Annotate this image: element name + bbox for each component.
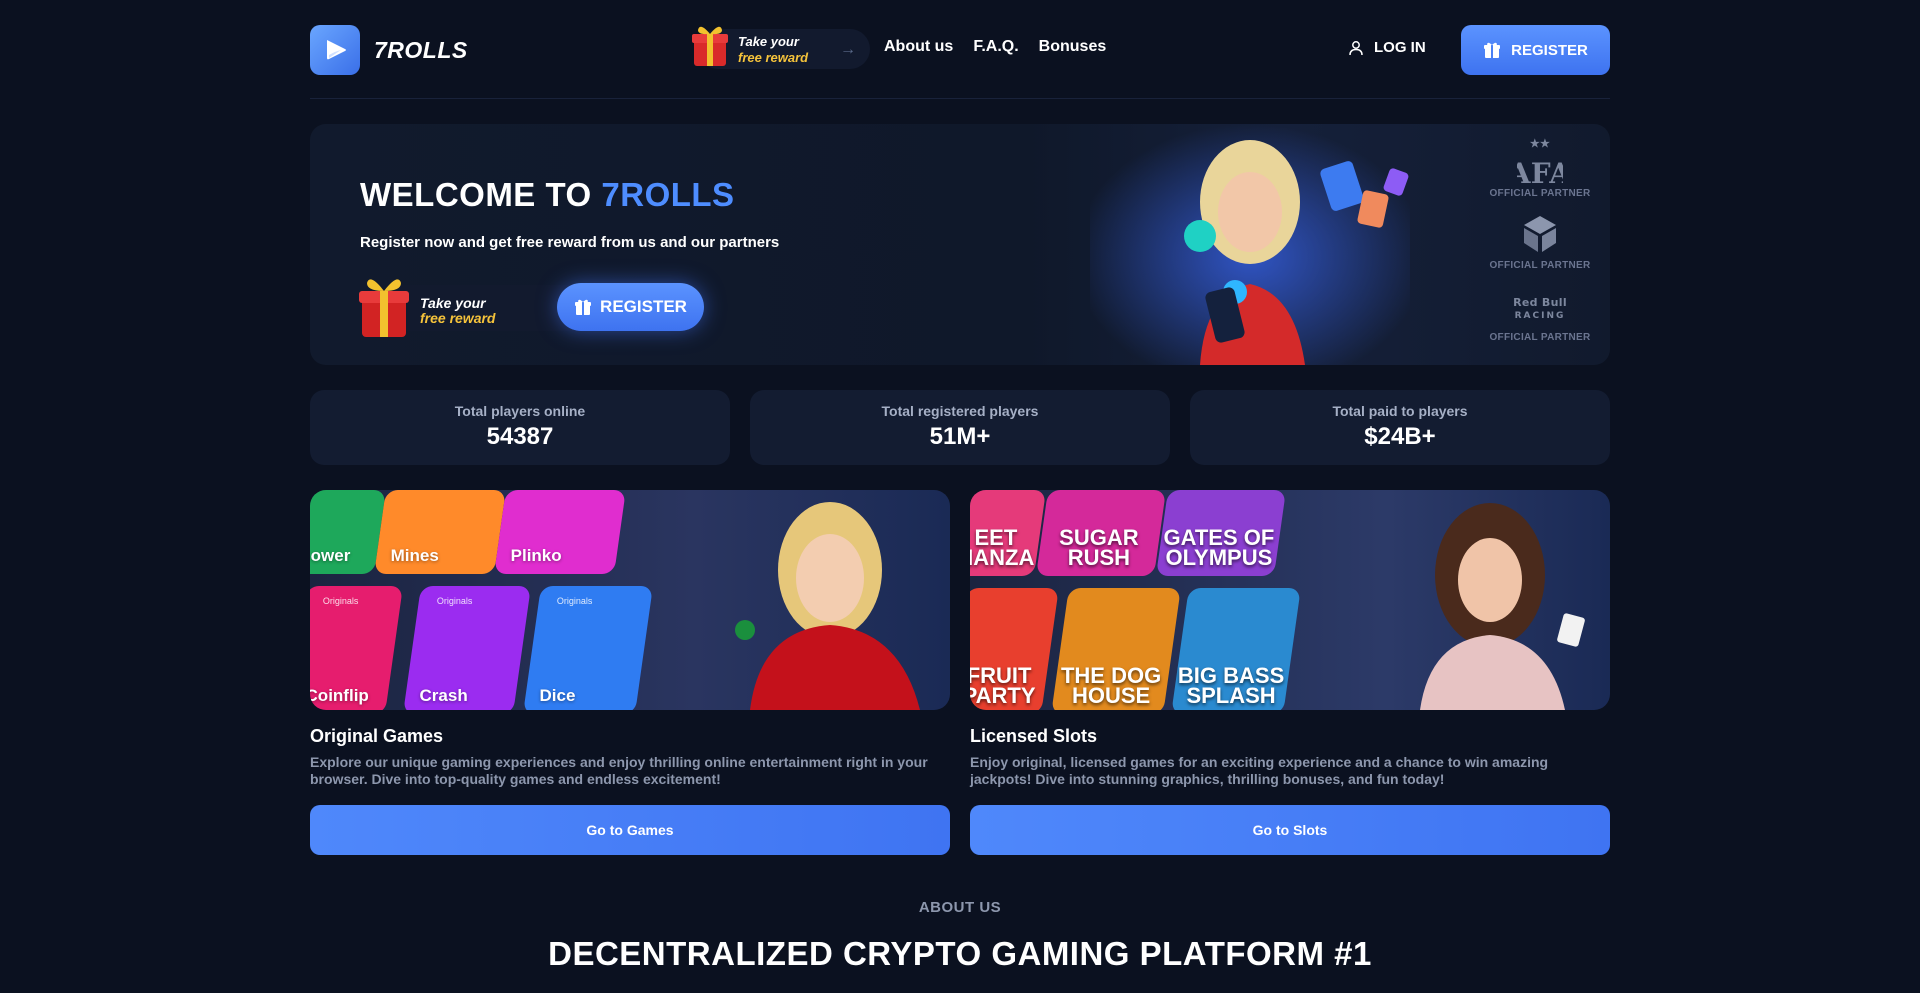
stat-label: Total registered players	[881, 403, 1039, 419]
stat-registered-players: Total registered players 51M+	[750, 390, 1170, 465]
original-games-title: Original Games	[310, 726, 444, 746]
svg-text:★★: ★★	[1530, 137, 1550, 150]
game-tile-coinflip: Originals Coinflip	[310, 586, 403, 710]
hero-reward-line2: free reward	[420, 310, 496, 326]
partner-afa: ★★ AFA OFFICIAL PARTNER	[1480, 136, 1600, 208]
game-tile-dice: Originals Dice	[523, 586, 653, 710]
licensed-slots-desc: Enjoy original, licensed games for an ex…	[970, 754, 1549, 787]
stat-players-online: Total players online 54387	[310, 390, 730, 465]
original-games-image[interactable]: ower Mines Plinko Originals Coinflip Orig…	[310, 490, 950, 710]
game-tile-tower: ower	[310, 490, 386, 574]
hero-reward: Take your free reward REGISTER	[359, 279, 704, 337]
hero-register-label: REGISTER	[600, 297, 687, 316]
hero-illustration	[1090, 124, 1410, 365]
presenter-image	[1420, 503, 1585, 710]
hero-banner: WELCOME TO 7ROLLS Register now and get f…	[310, 124, 1610, 365]
nav-about-us[interactable]: About us	[884, 38, 953, 56]
slot-tile-dog-house: THE DOG HOUSE	[1051, 588, 1181, 710]
header-register-button[interactable]: REGISTER	[1461, 25, 1610, 75]
site-header: 7ROLLS Take your free reward → About us …	[310, 0, 1610, 99]
slot-tile-gates-of-olympus: GATES OF OLYMPUS	[1155, 490, 1287, 576]
svg-text:RACING: RACING	[1515, 311, 1566, 321]
stat-label: Total players online	[454, 403, 586, 419]
arrow-right-icon: →	[840, 41, 856, 58]
hero-title-prefix: WELCOME TO	[360, 176, 602, 213]
reward-line1: Take your	[738, 34, 799, 49]
reward-line2: free reward	[738, 50, 809, 65]
game-tile-plinko: Plinko	[494, 490, 626, 574]
partner-label: OFFICIAL PARTNER	[1489, 188, 1591, 199]
go-to-games-button[interactable]: Go to Games	[310, 805, 950, 855]
partner-redbull: Red Bull RACING OFFICIAL PARTNER	[1480, 280, 1600, 352]
login-label: LOG IN	[1374, 39, 1426, 56]
slot-tile-sugar-rush: SUGAR RUSH	[1035, 490, 1167, 576]
game-tile-crash: Originals Crash	[403, 586, 531, 710]
stat-total-paid: Total paid to players $24B+	[1190, 390, 1610, 465]
logo-text: 7ROLLS	[374, 36, 468, 63]
gift-icon	[575, 299, 592, 315]
game-tile-mines: Mines	[374, 490, 506, 574]
hero-reward-line1: Take your	[420, 295, 486, 311]
stat-label: Total paid to players	[1332, 403, 1468, 419]
logo-icon	[310, 25, 360, 75]
login-button[interactable]: LOG IN	[1348, 39, 1426, 56]
go-to-slots-button[interactable]: Go to Slots	[970, 805, 1610, 855]
slot-tile-fruit-party: FRUIT PARTY	[970, 588, 1059, 710]
presenter-image	[735, 502, 920, 710]
partners-list: ★★ AFA OFFICIAL PARTNER OFFICIAL PARTNER …	[1480, 136, 1600, 352]
gift-icon	[359, 279, 409, 337]
about-title: DECENTRALIZED CRYPTO GAMING PLATFORM #1	[548, 935, 1372, 972]
hero-title: WELCOME TO 7ROLLS	[360, 176, 735, 214]
redbull-logo: Red Bull RACING	[1480, 280, 1600, 332]
svg-text:Red Bull: Red Bull	[1513, 296, 1567, 309]
svg-text:AFA: AFA	[1517, 157, 1563, 187]
licensed-slots-title: Licensed Slots	[970, 726, 1098, 746]
slot-tile-big-bass-splash: BIG BASS SPLASH	[1171, 588, 1301, 710]
hero-register-button[interactable]: REGISTER	[557, 283, 704, 331]
stat-value: 51M+	[929, 423, 991, 450]
partner-label: OFFICIAL PARTNER	[1489, 332, 1591, 343]
hero-title-accent: 7ROLLS	[601, 176, 735, 213]
slot-tile-sweet-bonanza: EET NANZA	[970, 490, 1047, 576]
nav-bonuses[interactable]: Bonuses	[1039, 38, 1107, 56]
main-nav: About us F.A.Q. Bonuses	[884, 38, 1106, 56]
gift-icon	[692, 26, 728, 66]
partner-label: OFFICIAL PARTNER	[1489, 260, 1591, 271]
partner-cube: OFFICIAL PARTNER	[1480, 208, 1600, 280]
about-label: ABOUT US	[918, 899, 1002, 916]
logo[interactable]: 7ROLLS	[310, 25, 468, 75]
hero-subtitle: Register now and get free reward from us…	[360, 234, 780, 251]
nav-faq[interactable]: F.A.Q.	[973, 38, 1018, 56]
stat-value: 54387	[486, 423, 554, 450]
reward-banner[interactable]: Take your free reward →	[692, 26, 870, 69]
original-games-desc: Explore our unique gaming experiences an…	[310, 754, 928, 787]
afa-logo: ★★ AFA	[1480, 136, 1600, 188]
licensed-slots-image[interactable]: EET NANZA SUGAR RUSH GATES OF OLYMPUS FR…	[970, 490, 1610, 710]
gift-icon	[1484, 42, 1501, 58]
register-label: REGISTER	[1511, 41, 1588, 59]
user-icon	[1349, 40, 1363, 55]
stat-value: $24B+	[1364, 423, 1436, 450]
cube-logo-icon	[1480, 208, 1600, 260]
